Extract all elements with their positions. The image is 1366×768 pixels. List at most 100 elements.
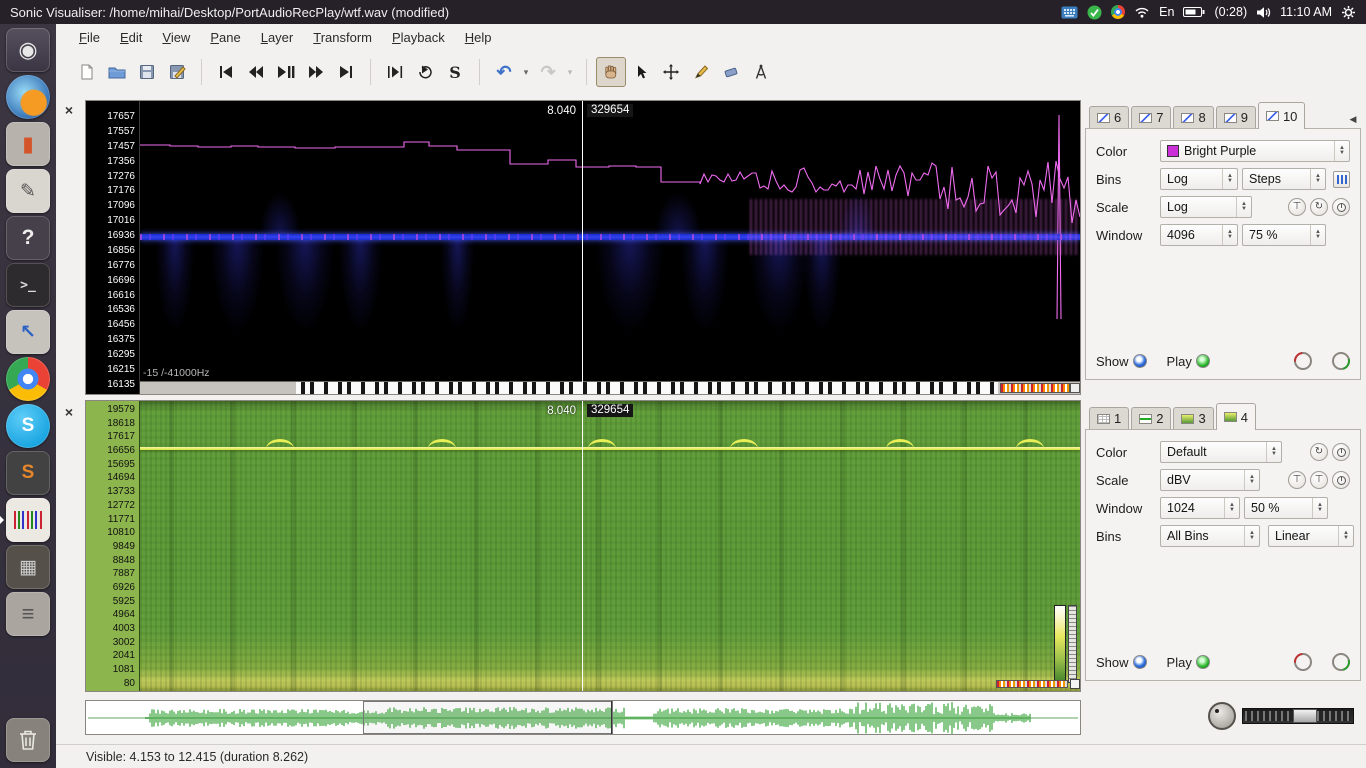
undo-button[interactable]: ↶ xyxy=(489,57,519,87)
spin-arrows-icon[interactable]: ▲ ▼ xyxy=(1310,169,1325,189)
measure-tool-button[interactable] xyxy=(746,57,776,87)
zoom-wheel[interactable] xyxy=(1242,708,1354,724)
threshold-dial-button[interactable] xyxy=(1332,443,1350,461)
show-toggle-led[interactable] xyxy=(1132,354,1147,368)
loop-playback-button[interactable] xyxy=(410,57,440,87)
spin-arrows-icon[interactable]: ▲ ▼ xyxy=(1222,225,1237,245)
bins-style-select[interactable]: Steps ▲ ▼ xyxy=(1242,168,1326,190)
draw-tool-button[interactable] xyxy=(686,57,716,87)
play-toggle-led[interactable] xyxy=(1195,655,1210,669)
pane2-close-button[interactable]: × xyxy=(61,404,77,420)
new-file-button[interactable] xyxy=(72,57,102,87)
reset-rotary-button[interactable]: ↻ xyxy=(1310,198,1328,216)
menu-item[interactable]: File xyxy=(70,27,109,48)
menu-item[interactable]: View xyxy=(153,27,199,48)
pane2-frequency-axis[interactable]: 19579 18618 17617 16656 15695 14694 13733 12772… xyxy=(86,401,140,691)
dash-home-icon[interactable]: ◉ xyxy=(6,28,50,72)
terminal-icon[interactable]: >_ xyxy=(6,263,50,307)
selection-region[interactable] xyxy=(363,701,613,734)
select-tool-button[interactable] xyxy=(626,57,656,87)
window-overlap-select[interactable]: 50 % ▲ ▼ xyxy=(1244,497,1328,519)
overview-pane[interactable] xyxy=(85,700,1081,735)
scale-select[interactable]: Log ▲ ▼ xyxy=(1160,196,1252,218)
edit-tool-button[interactable] xyxy=(656,57,686,87)
normalize-visible-button[interactable]: ⊤ xyxy=(1310,471,1328,489)
layer-tab[interactable]: 9 xyxy=(1215,106,1256,128)
scale-select[interactable]: dBV ▲ ▼ xyxy=(1160,469,1260,491)
spin-arrows-icon[interactable]: ▲ ▼ xyxy=(1310,225,1325,245)
spin-arrows-icon[interactable]: ▲ ▼ xyxy=(1222,169,1237,189)
wifi-icon[interactable] xyxy=(1134,6,1150,18)
normalize-button[interactable]: ⊤ xyxy=(1288,198,1306,216)
layer-tab[interactable]: 4 xyxy=(1215,403,1256,430)
play-toggle-led[interactable] xyxy=(1195,354,1210,368)
menu-item[interactable]: Edit xyxy=(111,27,151,48)
spin-arrows-icon[interactable]: ▲ ▼ xyxy=(1224,498,1239,518)
pane2-view[interactable]: 8.040 329654 xyxy=(140,401,1080,691)
clock[interactable]: 11:10 AM xyxy=(1280,5,1332,19)
layer-tab[interactable]: 8 xyxy=(1173,106,1214,128)
save-as-button[interactable] xyxy=(162,57,192,87)
rewind-button[interactable] xyxy=(241,57,271,87)
playback-pan-dial[interactable] xyxy=(1332,653,1350,671)
navigate-tool-button[interactable] xyxy=(596,57,626,87)
layer-tab[interactable]: 2 xyxy=(1131,407,1172,429)
spin-arrows-icon[interactable]: ▲ ▼ xyxy=(1266,442,1281,462)
menu-item[interactable]: Playback xyxy=(383,27,454,48)
rewind-to-start-button[interactable] xyxy=(211,57,241,87)
window-overlap-select[interactable]: 75 % ▲ ▼ xyxy=(1242,224,1326,246)
solo-button[interactable]: S xyxy=(440,57,470,87)
undo-menu-button[interactable]: ▾ xyxy=(519,57,533,87)
redo-button[interactable]: ↷ xyxy=(533,57,563,87)
play-selection-button[interactable] xyxy=(380,57,410,87)
spin-arrows-icon[interactable]: ▲ ▼ xyxy=(1334,141,1349,161)
fast-forward-button[interactable] xyxy=(301,57,331,87)
playback-gain-dial[interactable] xyxy=(1294,352,1312,370)
media-player-icon[interactable]: ▮ xyxy=(6,122,50,166)
firefox-icon[interactable] xyxy=(6,75,50,119)
menu-item[interactable]: Layer xyxy=(252,27,303,48)
layer-tab[interactable]: 10 xyxy=(1257,102,1306,129)
sonic-visualiser-icon[interactable] xyxy=(0,498,50,542)
bins-scale-select[interactable]: Linear ▲ ▼ xyxy=(1268,525,1354,547)
layer-tab[interactable]: 3 xyxy=(1173,407,1214,429)
bins-select[interactable]: All Bins ▲ ▼ xyxy=(1160,525,1260,547)
window-size-select[interactable]: 1024 ▲ ▼ xyxy=(1160,497,1240,519)
keyboard-indicator-icon[interactable] xyxy=(1061,6,1078,19)
layer-tab[interactable]: 7 xyxy=(1131,106,1172,128)
spin-arrows-icon[interactable]: ▲ ▼ xyxy=(1244,526,1259,546)
language-indicator[interactable]: En xyxy=(1159,5,1174,19)
pane1-close-button[interactable]: × xyxy=(61,102,77,118)
layer-tab[interactable]: 6 xyxy=(1089,106,1130,128)
spin-arrows-icon[interactable]: ▲ ▼ xyxy=(1236,197,1251,217)
trash-launcher-item[interactable] xyxy=(6,718,50,762)
pane1-view[interactable]: 8.040 329654 -15 /-41000Hz xyxy=(140,101,1080,394)
gain-dial-button[interactable] xyxy=(1332,471,1350,489)
show-toggle-led[interactable] xyxy=(1132,655,1147,669)
gain-dial-button[interactable] xyxy=(1332,198,1350,216)
layer-tab[interactable]: 1 xyxy=(1089,407,1130,429)
erase-tool-button[interactable] xyxy=(716,57,746,87)
battery-icon[interactable] xyxy=(1183,6,1205,18)
session-gear-icon[interactable] xyxy=(1341,5,1356,20)
spin-arrows-icon[interactable]: ▲ ▼ xyxy=(1244,470,1259,490)
menu-item[interactable]: Help xyxy=(456,27,501,48)
redo-menu-button[interactable]: ▾ xyxy=(563,57,577,87)
pane1-frequency-axis[interactable]: 17657 17557 17457 17356 17276 17176 17096 17016… xyxy=(86,101,140,394)
window-size-select[interactable]: 4096 ▲ ▼ xyxy=(1160,224,1238,246)
spin-arrows-icon[interactable]: ▲ ▼ xyxy=(1312,498,1327,518)
archive-app-icon[interactable]: ≡ xyxy=(6,592,50,636)
slider-handle[interactable] xyxy=(1293,709,1317,723)
menu-item[interactable]: Pane xyxy=(201,27,249,48)
help-icon[interactable]: ? xyxy=(6,216,50,260)
volume-icon[interactable] xyxy=(1256,6,1271,19)
color-select[interactable]: Bright Purple ▲ ▼ xyxy=(1160,140,1350,162)
chrome-indicator-icon[interactable] xyxy=(1111,5,1126,19)
open-file-button[interactable] xyxy=(102,57,132,87)
playback-speed-knob[interactable] xyxy=(1208,702,1236,730)
playback-gain-dial[interactable] xyxy=(1294,653,1312,671)
sublime-text-icon[interactable]: S xyxy=(6,451,50,495)
chrome-icon[interactable] xyxy=(6,357,50,401)
fast-forward-to-end-button[interactable] xyxy=(331,57,361,87)
bins-select[interactable]: Log ▲ ▼ xyxy=(1160,168,1238,190)
